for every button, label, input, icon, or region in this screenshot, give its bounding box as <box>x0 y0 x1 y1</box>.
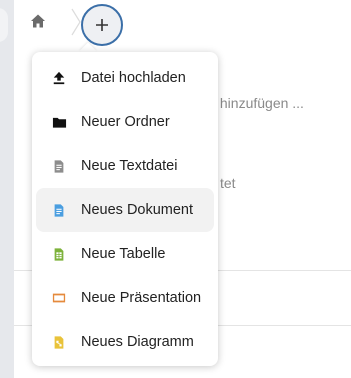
new-file-menu-list: Datei hochladen Neuer Ordner Neue Textda… <box>36 56 214 364</box>
menu-item-label: Neues Dokument <box>81 202 194 218</box>
menu-item-label: Neuer Ordner <box>81 114 170 130</box>
home-icon[interactable] <box>30 13 46 29</box>
text-file-icon <box>51 158 67 174</box>
plus-icon <box>96 19 108 31</box>
presentation-icon <box>51 290 67 306</box>
menu-item-label: Neues Diagramm <box>81 334 194 350</box>
new-file-button[interactable] <box>81 4 123 46</box>
menu-item-label: Neue Textdatei <box>81 158 178 174</box>
spreadsheet-icon <box>51 246 67 262</box>
background-status-text: tet <box>220 175 236 191</box>
menu-item-new-document[interactable]: Neues Dokument <box>36 188 214 232</box>
menu-item-label: Neue Präsentation <box>81 290 202 306</box>
menu-item-new-textfile[interactable]: Neue Textdatei <box>36 144 214 188</box>
menu-item-new-diagram[interactable]: Neues Diagramm <box>36 320 214 364</box>
menu-item-upload[interactable]: Datei hochladen <box>36 56 214 100</box>
folder-icon <box>51 114 67 130</box>
menu-item-new-folder[interactable]: Neuer Ordner <box>36 100 214 144</box>
new-file-menu: Datei hochladen Neuer Ordner Neue Textda… <box>32 52 218 366</box>
upload-icon <box>51 70 67 86</box>
sidebar-toggle[interactable] <box>0 8 8 42</box>
menu-item-new-presentation[interactable]: Neue Präsentation <box>36 276 214 320</box>
diagram-icon <box>51 334 67 350</box>
document-icon <box>51 202 67 218</box>
menu-item-label: Neue Tabelle <box>81 246 166 262</box>
breadcrumb <box>14 0 351 46</box>
breadcrumb-separator-icon <box>71 8 81 36</box>
left-sidebar-strip <box>0 0 14 378</box>
menu-item-label: Datei hochladen <box>81 70 186 86</box>
menu-item-new-spreadsheet[interactable]: Neue Tabelle <box>36 232 214 276</box>
